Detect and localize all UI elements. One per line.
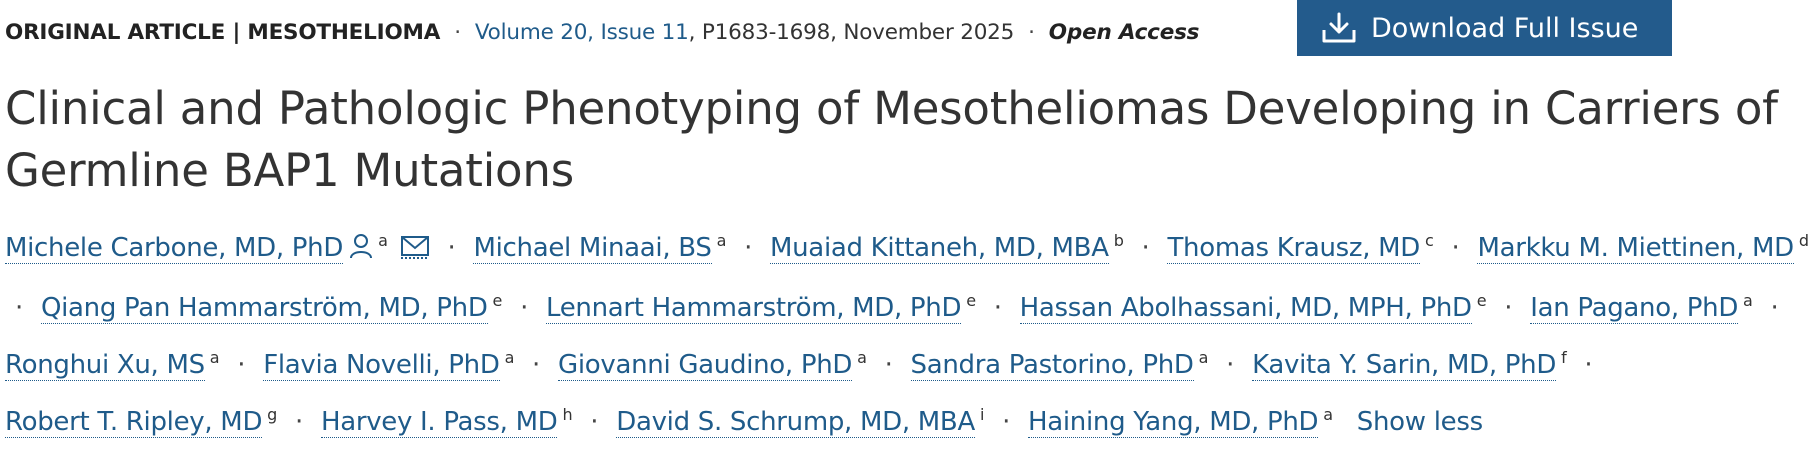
- affiliation-marker: a: [378, 231, 388, 250]
- author-name-link[interactable]: Sandra Pastorino, PhD: [910, 350, 1194, 381]
- author-entry: Ronghui Xu, MS a: [5, 348, 220, 381]
- download-full-issue-button[interactable]: Download Full Issue: [1297, 0, 1672, 56]
- author-name-link[interactable]: Giovanni Gaudino, PhD: [557, 350, 852, 381]
- author-entry: Michael Minaai, BS a: [473, 231, 727, 264]
- pages-date: , P1683-1698, November 2025: [688, 19, 1015, 45]
- person-icon[interactable]: [349, 227, 373, 276]
- author-separator: ·: [1451, 233, 1460, 263]
- author-entry: Muaiad Kittaneh, MD, MBA b: [770, 231, 1124, 264]
- author-separator: ·: [884, 350, 893, 380]
- article-type: ORIGINAL ARTICLE | MESOTHELIOMA: [5, 19, 441, 45]
- author-separator: ·: [1584, 350, 1593, 380]
- meta-separator: ·: [1028, 19, 1035, 45]
- author-name-link[interactable]: Hassan Abolhassani, MD, MPH, PhD: [1019, 293, 1472, 324]
- affiliation-marker: e: [492, 291, 503, 310]
- author-separator: ·: [744, 233, 753, 263]
- author-entry: Thomas Krausz, MD c: [1167, 231, 1434, 264]
- author-entry: Giovanni Gaudino, PhD a: [557, 348, 867, 381]
- affiliation-marker: g: [267, 405, 278, 424]
- author-entry: Markku M. Miettinen, MD d: [1477, 231, 1809, 264]
- show-less-link[interactable]: Show less: [1357, 407, 1483, 437]
- affiliation-marker: a: [504, 348, 515, 367]
- article-header: ORIGINAL ARTICLE | MESOTHELIOMA · Volume…: [0, 0, 1820, 454]
- affiliation-marker: c: [1425, 231, 1434, 250]
- author-name-link[interactable]: Kavita Y. Sarin, MD, PhD: [1252, 350, 1556, 381]
- author-name-link[interactable]: Flavia Novelli, PhD: [263, 350, 500, 381]
- author-separator: ·: [1504, 293, 1513, 323]
- author-name-link[interactable]: Markku M. Miettinen, MD: [1477, 233, 1794, 264]
- author-entry: Hassan Abolhassani, MD, MPH, PhD e: [1019, 291, 1487, 324]
- article-meta: ORIGINAL ARTICLE | MESOTHELIOMA · Volume…: [5, 14, 1199, 50]
- author-name-link[interactable]: David S. Schrump, MD, MBA: [616, 407, 975, 438]
- open-access-label: Open Access: [1048, 19, 1200, 45]
- author-separator: ·: [237, 350, 246, 380]
- author-entry: Haining Yang, MD, PhD a: [1028, 405, 1333, 438]
- author-separator: ·: [1002, 407, 1011, 437]
- affiliation-marker: b: [1113, 231, 1124, 250]
- author-entry: Ian Pagano, PhD a: [1530, 291, 1753, 324]
- author-entry: Michele Carbone, MD, PhD a: [5, 231, 430, 264]
- affiliation-marker: h: [562, 405, 573, 424]
- author-name-link[interactable]: Michele Carbone, MD, PhD: [5, 233, 343, 264]
- author-entry: David S. Schrump, MD, MBA i: [616, 405, 985, 438]
- author-separator: ·: [447, 233, 456, 263]
- affiliation-marker: a: [1198, 348, 1209, 367]
- author-separator: ·: [532, 350, 541, 380]
- author-name-link[interactable]: Haining Yang, MD, PhD: [1028, 407, 1319, 438]
- author-separator: ·: [1226, 350, 1235, 380]
- author-separator: ·: [520, 293, 529, 323]
- author-entry: Qiang Pan Hammarström, MD, PhD e: [40, 291, 503, 324]
- author-entry: Flavia Novelli, PhD a: [263, 348, 515, 381]
- affiliation-marker: a: [716, 231, 727, 250]
- author-separator: ·: [993, 293, 1002, 323]
- download-icon: [1322, 12, 1356, 43]
- affiliation-marker: a: [1323, 405, 1333, 424]
- author-entry: Harvey I. Pass, MD h: [320, 405, 573, 438]
- affiliation-marker: d: [1798, 231, 1809, 250]
- affiliation-marker: a: [857, 348, 867, 367]
- article-title: Clinical and Pathologic Phenotyping of M…: [5, 82, 1778, 197]
- author-separator: ·: [295, 407, 303, 437]
- issue-link[interactable]: Volume 20, Issue 11: [475, 20, 689, 45]
- author-separator: ·: [15, 293, 23, 323]
- author-name-link[interactable]: Muaiad Kittaneh, MD, MBA: [770, 233, 1109, 264]
- author-separator: ·: [1770, 293, 1779, 323]
- affiliation-marker: a: [1743, 291, 1753, 310]
- author-separator: ·: [1141, 233, 1150, 263]
- affiliation-marker: a: [209, 348, 220, 367]
- author-name-link[interactable]: Ian Pagano, PhD: [1530, 293, 1738, 324]
- author-separator: ·: [590, 407, 599, 437]
- affiliation-marker: f: [1561, 348, 1567, 367]
- author-name-link[interactable]: Robert T. Ripley, MD: [5, 407, 262, 438]
- author-entry: Lennart Hammarström, MD, PhD e: [546, 291, 976, 324]
- author-name-link[interactable]: Michael Minaai, BS: [473, 233, 712, 264]
- meta-separator: ·: [454, 19, 461, 45]
- author-entry: Kavita Y. Sarin, MD, PhD f: [1252, 348, 1567, 381]
- affiliation-marker: e: [966, 291, 976, 310]
- author-name-link[interactable]: Qiang Pan Hammarström, MD, PhD: [40, 293, 488, 324]
- author-name-link[interactable]: Lennart Hammarström, MD, PhD: [546, 293, 962, 324]
- author-entry: Sandra Pastorino, PhD a: [910, 348, 1209, 381]
- author-list: Michele Carbone, MD, PhD a · Michael Mina…: [5, 216, 1815, 447]
- author-entry: Robert T. Ripley, MD g: [5, 405, 278, 438]
- email-icon[interactable]: [400, 227, 430, 276]
- author-name-link[interactable]: Harvey I. Pass, MD: [320, 407, 558, 438]
- affiliation-marker: e: [1476, 291, 1487, 310]
- author-name-link[interactable]: Thomas Krausz, MD: [1167, 233, 1420, 264]
- author-name-link[interactable]: Ronghui Xu, MS: [5, 350, 205, 381]
- affiliation-marker: i: [979, 405, 985, 424]
- download-button-label: Download Full Issue: [1371, 12, 1639, 44]
